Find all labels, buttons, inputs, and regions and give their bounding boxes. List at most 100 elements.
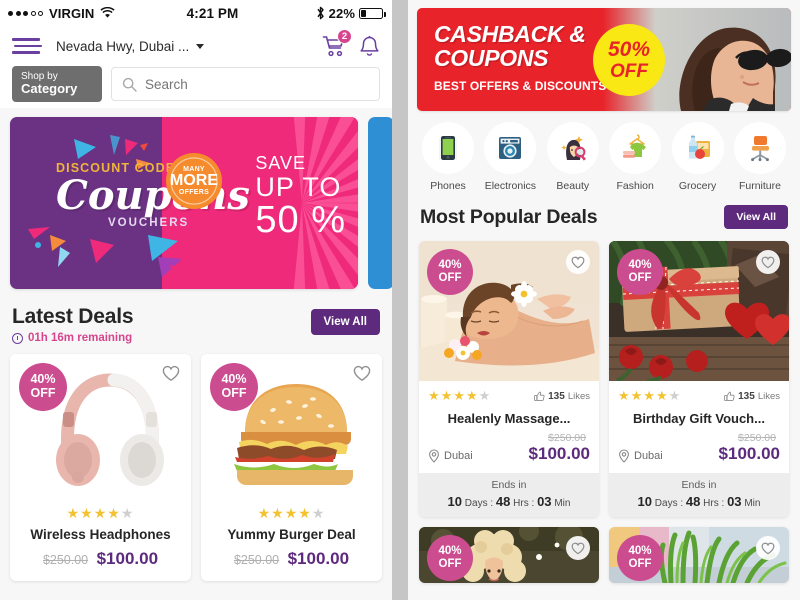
popular-deals-view-all-button[interactable]: View All xyxy=(724,205,788,229)
category-item-phones[interactable]: Phones xyxy=(419,122,477,192)
left-phone-screen: VIRGIN 4:21 PM 22% Nevada Hwy, Dubai ...… xyxy=(0,0,392,600)
hamburger-menu-icon[interactable] xyxy=(12,38,42,54)
discount-badge-line2: OFF xyxy=(628,558,652,570)
countdown-min-label: Min xyxy=(744,498,761,509)
discount-badge: 40% OFF xyxy=(617,535,663,581)
search-icon xyxy=(122,77,137,92)
clock-icon xyxy=(12,332,23,344)
category-item-furniture[interactable]: Furniture xyxy=(731,122,789,192)
deal-card[interactable]: 40% OFF ★★★★★ xyxy=(609,241,789,517)
signal-strength-dots xyxy=(8,10,43,16)
price-group: $250.00 $100.00 xyxy=(209,549,374,569)
category-item-electronics[interactable]: Electronics xyxy=(481,122,539,192)
category-label: Electronics xyxy=(484,180,537,192)
deal-card[interactable]: 40% OFF xyxy=(609,527,789,583)
tshirt-hanger-icon xyxy=(609,122,662,174)
countdown-hrs-label: Hrs xyxy=(703,498,719,509)
latest-deals-view-all-button[interactable]: View All xyxy=(310,309,380,335)
heart-outline-icon[interactable] xyxy=(756,250,780,274)
product-name: Yummy Burger Deal xyxy=(227,527,356,542)
rating-stars: ★★★★★ xyxy=(66,505,135,521)
woman-with-mirror-icon xyxy=(546,122,599,174)
category-label: Phones xyxy=(430,180,466,192)
cashback-text-block: CASHBACK & COUPONS BEST OFFERS & DISCOUN… xyxy=(434,22,606,93)
popular-deals-grid-row2: 40% OFF 40% OFF xyxy=(408,517,800,583)
status-bar-left: VIRGIN xyxy=(8,6,115,21)
likes-label: Likes xyxy=(567,390,590,402)
notification-bell-icon[interactable] xyxy=(359,35,380,58)
discount-badge-line2: OFF xyxy=(30,386,56,400)
product-card[interactable]: 40% OFF ★★★★★ Yummy Burger Deal $250.00 … xyxy=(201,354,382,581)
cart-count-badge: 2 xyxy=(337,29,352,44)
discount-badge: 40% OFF xyxy=(19,363,67,411)
product-name: Wireless Headphones xyxy=(30,527,171,542)
discount-badge: 40% OFF xyxy=(617,249,663,295)
fifty-percent-off-circle: 50% OFF xyxy=(593,24,665,96)
more-offers-seal: MANY MORE OFFERS xyxy=(165,152,223,210)
shop-by-line2: Category xyxy=(21,80,78,96)
countdown-days: 10 xyxy=(447,494,462,509)
heart-outline-icon[interactable] xyxy=(162,365,180,382)
search-row: Shop by Category xyxy=(0,65,392,108)
smartphone-icon xyxy=(422,122,474,174)
promo-carousel[interactable]: DISCOUNT CODES Coupons VOUCHERS MANY MOR… xyxy=(0,117,392,289)
top-nav-bar: Nevada Hwy, Dubai ... 2 xyxy=(0,26,392,66)
deal-location: Dubai xyxy=(428,449,473,464)
new-price: $100.00 xyxy=(287,549,350,568)
discount-badge-line1: 40% xyxy=(628,545,652,558)
likes-count: 135 Likes xyxy=(724,391,780,402)
heart-outline-icon[interactable] xyxy=(756,536,780,560)
seal-line3: OFFERS xyxy=(178,189,210,196)
search-input[interactable] xyxy=(145,76,369,92)
category-row: Phones Electronics Beauty Fashion Grocer… xyxy=(408,111,800,201)
save-line2: UP TO xyxy=(255,172,342,202)
category-item-fashion[interactable]: Fashion xyxy=(606,122,664,192)
deal-location: Dubai xyxy=(618,449,663,464)
discount-badge-line1: 40% xyxy=(438,259,462,272)
discount-badge-line2: OFF xyxy=(221,386,247,400)
deal-image: 40% OFF xyxy=(609,241,789,381)
category-item-grocery[interactable]: Grocery xyxy=(669,122,727,192)
likes-number: 135 xyxy=(548,390,565,402)
deal-card[interactable]: 40% OFF xyxy=(419,527,599,583)
deal-price-group: $250.00 $100.00 xyxy=(529,432,590,464)
product-card[interactable]: 40% OFF ★★★★★ Wireless Headphones $250.0… xyxy=(10,354,191,581)
old-price: $250.00 xyxy=(42,553,89,567)
cashback-line2: COUPONS xyxy=(434,45,549,72)
shopping-cart-icon[interactable]: 2 xyxy=(322,29,352,58)
product-image: 40% OFF xyxy=(201,354,382,499)
cashback-promo-banner[interactable]: CASHBACK & COUPONS BEST OFFERS & DISCOUN… xyxy=(417,8,791,111)
right-content-area: CASHBACK & COUPONS BEST OFFERS & DISCOUN… xyxy=(408,0,800,600)
seal-line2: MORE xyxy=(170,172,218,189)
screen-divider xyxy=(392,0,408,600)
heart-outline-icon[interactable] xyxy=(566,250,590,274)
discount-badge: 40% OFF xyxy=(210,363,258,411)
countdown-hrs: 48 xyxy=(685,494,701,509)
deal-meta-row: ★★★★★ 135 Likes xyxy=(609,381,789,404)
old-price: $250.00 xyxy=(233,553,280,567)
discount-badge-line1: 40% xyxy=(628,259,652,272)
coupons-promo-banner[interactable]: DISCOUNT CODES Coupons VOUCHERS MANY MOR… xyxy=(10,117,358,289)
deal-title: Birthday Gift Vouch... xyxy=(633,411,765,426)
old-price: $250.00 xyxy=(548,432,586,444)
carousel-next-slide[interactable] xyxy=(368,117,392,289)
latest-deals-timer: 01h 16m remaining xyxy=(12,332,133,344)
deal-card[interactable]: 40% OFF ★★★★★ xyxy=(419,241,599,517)
carrier-name: VIRGIN xyxy=(49,5,95,21)
left-content-area: DISCOUNT CODES Coupons VOUCHERS MANY MOR… xyxy=(0,108,392,591)
shop-by-category-button[interactable]: Shop by Category xyxy=(12,65,102,103)
deal-location-price-row: Dubai $250.00 $100.00 xyxy=(609,426,789,473)
thumbs-up-icon xyxy=(724,391,735,402)
location-selector[interactable]: Nevada Hwy, Dubai ... xyxy=(56,39,322,54)
countdown-hrs: 48 xyxy=(495,494,511,509)
category-item-beauty[interactable]: Beauty xyxy=(544,122,602,192)
heart-outline-icon[interactable] xyxy=(353,365,371,382)
search-box[interactable] xyxy=(111,67,380,101)
groceries-icon xyxy=(671,122,724,174)
likes-label: Likes xyxy=(757,390,780,402)
new-price: $100.00 xyxy=(528,444,590,463)
heart-outline-icon[interactable] xyxy=(566,536,590,560)
countdown-value: 10 Days : 48 Hrs : 03 Min xyxy=(447,494,571,509)
category-label: Beauty xyxy=(556,180,590,192)
category-label: Fashion xyxy=(616,180,654,192)
